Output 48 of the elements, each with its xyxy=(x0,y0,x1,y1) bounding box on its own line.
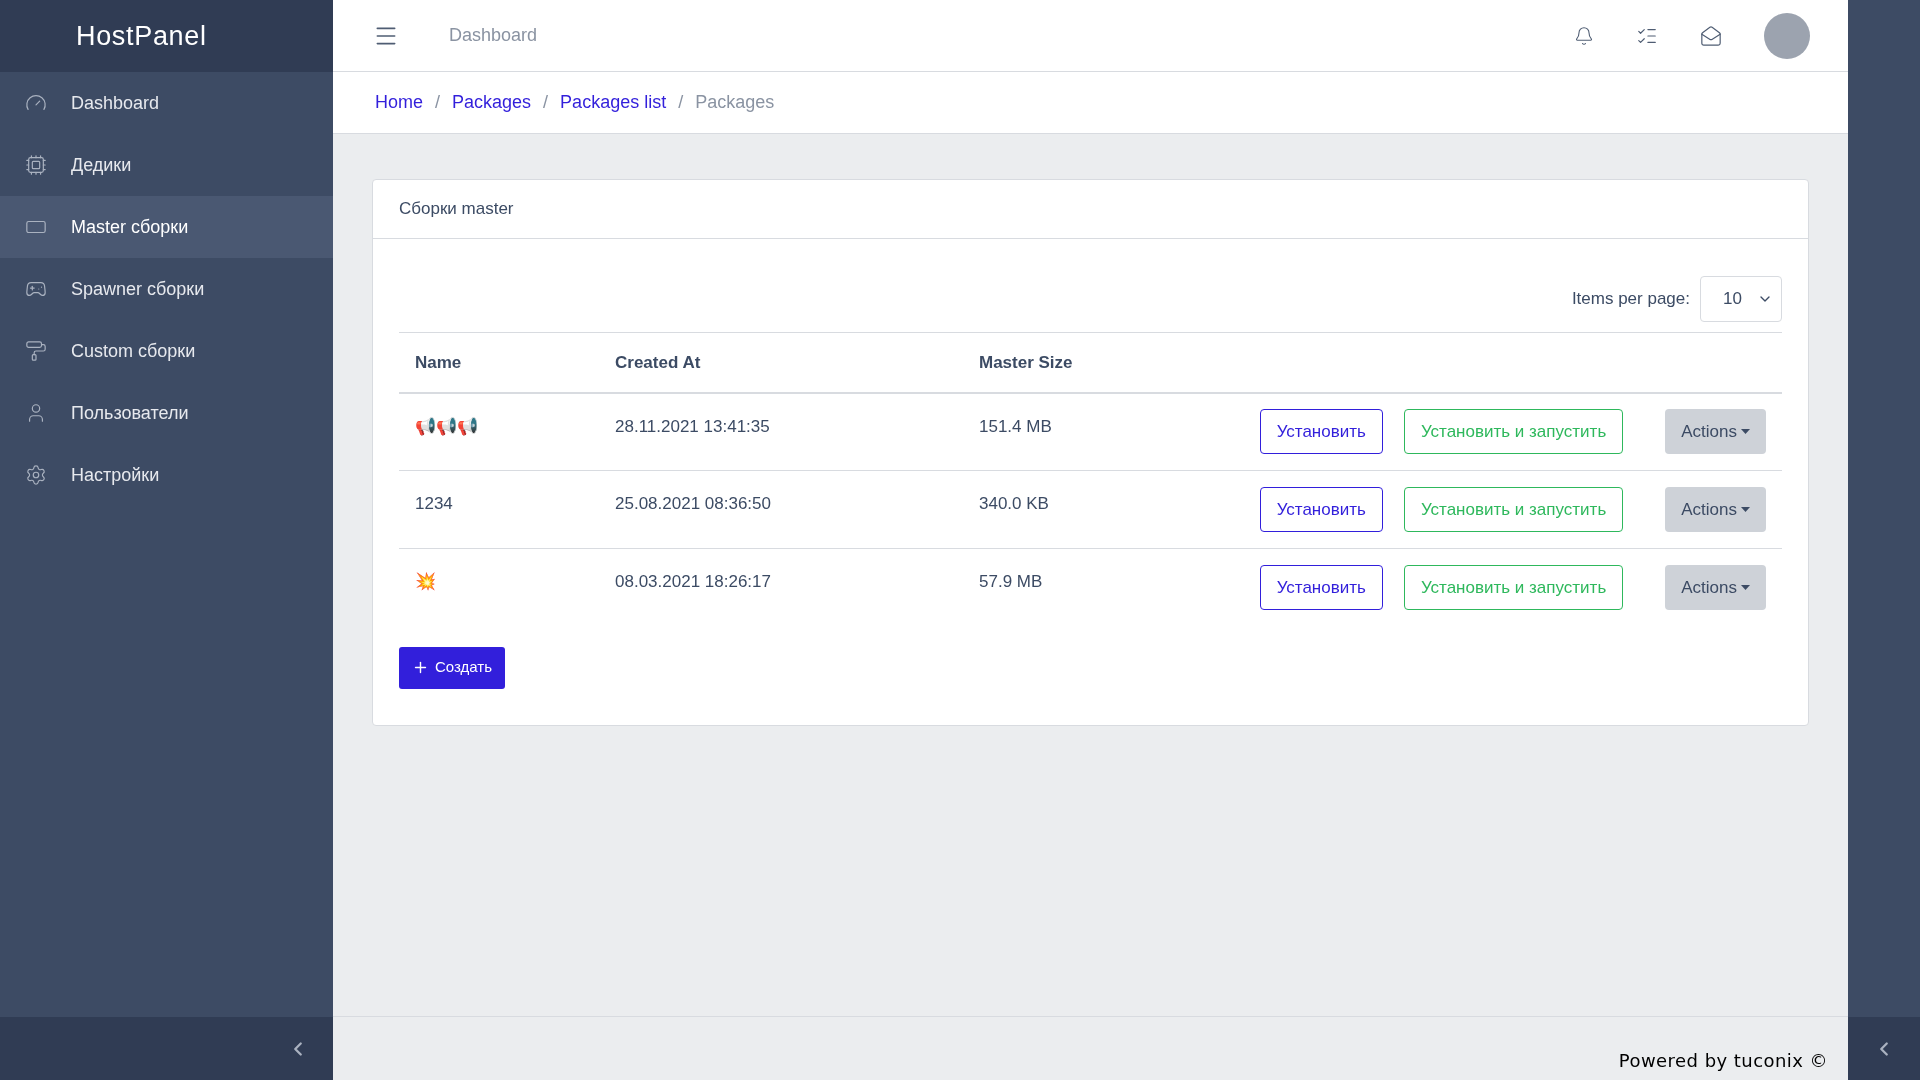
sidebar-item[interactable]: Пользователи xyxy=(0,382,333,444)
app-logo: HostPanel xyxy=(76,19,207,53)
sidebar-item[interactable]: Spawner сборки xyxy=(0,258,333,320)
master-size: 57.9 MB xyxy=(979,572,1043,591)
page-title: Dashboard xyxy=(449,24,538,47)
caret-icon xyxy=(1741,429,1750,435)
paint-roller-icon xyxy=(25,340,47,362)
sidebar-item[interactable]: Настройки xyxy=(0,444,333,506)
plus-icon xyxy=(412,659,429,676)
install-button[interactable]: Установить xyxy=(1259,565,1383,611)
breadcrumb-separator: / xyxy=(435,91,441,114)
breadcrumb-separator: / xyxy=(678,91,684,114)
sidebar-item[interactable]: Custom сборки xyxy=(0,320,333,382)
caret-icon xyxy=(1741,585,1750,591)
package-name: 1234 xyxy=(415,494,453,513)
items-per-page-select[interactable]: 10 xyxy=(1700,276,1782,322)
master-size: 151.4 MB xyxy=(979,416,1052,436)
package-name: 💥 xyxy=(415,572,436,591)
card-title: Сборки master xyxy=(399,198,514,221)
created-at: 28.11.2021 13:41:35 xyxy=(615,416,770,436)
created-at: 08.03.2021 18:26:17 xyxy=(615,572,771,591)
actions-button[interactable]: Actions xyxy=(1665,565,1766,611)
column-header: Master Size xyxy=(963,332,1105,393)
breadcrumb-separator: / xyxy=(543,91,549,114)
breadcrumb-link[interactable]: Home xyxy=(375,89,423,116)
bell-icon[interactable] xyxy=(1574,25,1594,46)
chip-icon xyxy=(25,154,47,176)
install-button[interactable]: Установить xyxy=(1259,409,1383,455)
gear-icon xyxy=(25,464,47,486)
actions-button[interactable]: Actions xyxy=(1665,487,1766,532)
breadcrumb-current: Packages xyxy=(695,91,775,114)
package-name: 📢📢📢 xyxy=(415,416,478,436)
master-size: 340.0 KB xyxy=(979,494,1049,513)
created-at: 25.08.2021 08:36:50 xyxy=(615,494,771,513)
install-button[interactable]: Установить xyxy=(1259,487,1383,532)
sidebar-item[interactable]: Дедики xyxy=(0,134,333,196)
envelope-icon[interactable] xyxy=(1700,24,1722,47)
sidebar-item[interactable]: Master сборки xyxy=(0,196,333,258)
breadcrumb-link[interactable]: Packages xyxy=(452,89,532,116)
items-per-page-label: Items per page: xyxy=(1571,288,1690,311)
column-header: Created At xyxy=(599,332,963,393)
sidebar-item[interactable]: Dashboard xyxy=(0,72,333,134)
footer-text: Powered by tuconix © xyxy=(1618,1049,1828,1073)
column-header: Name xyxy=(399,332,599,393)
create-button[interactable]: Создать xyxy=(399,646,505,689)
caret-icon xyxy=(1741,507,1750,512)
breadcrumb-link[interactable]: Packages list xyxy=(560,89,667,116)
actions-button[interactable]: Actions xyxy=(1665,409,1766,455)
